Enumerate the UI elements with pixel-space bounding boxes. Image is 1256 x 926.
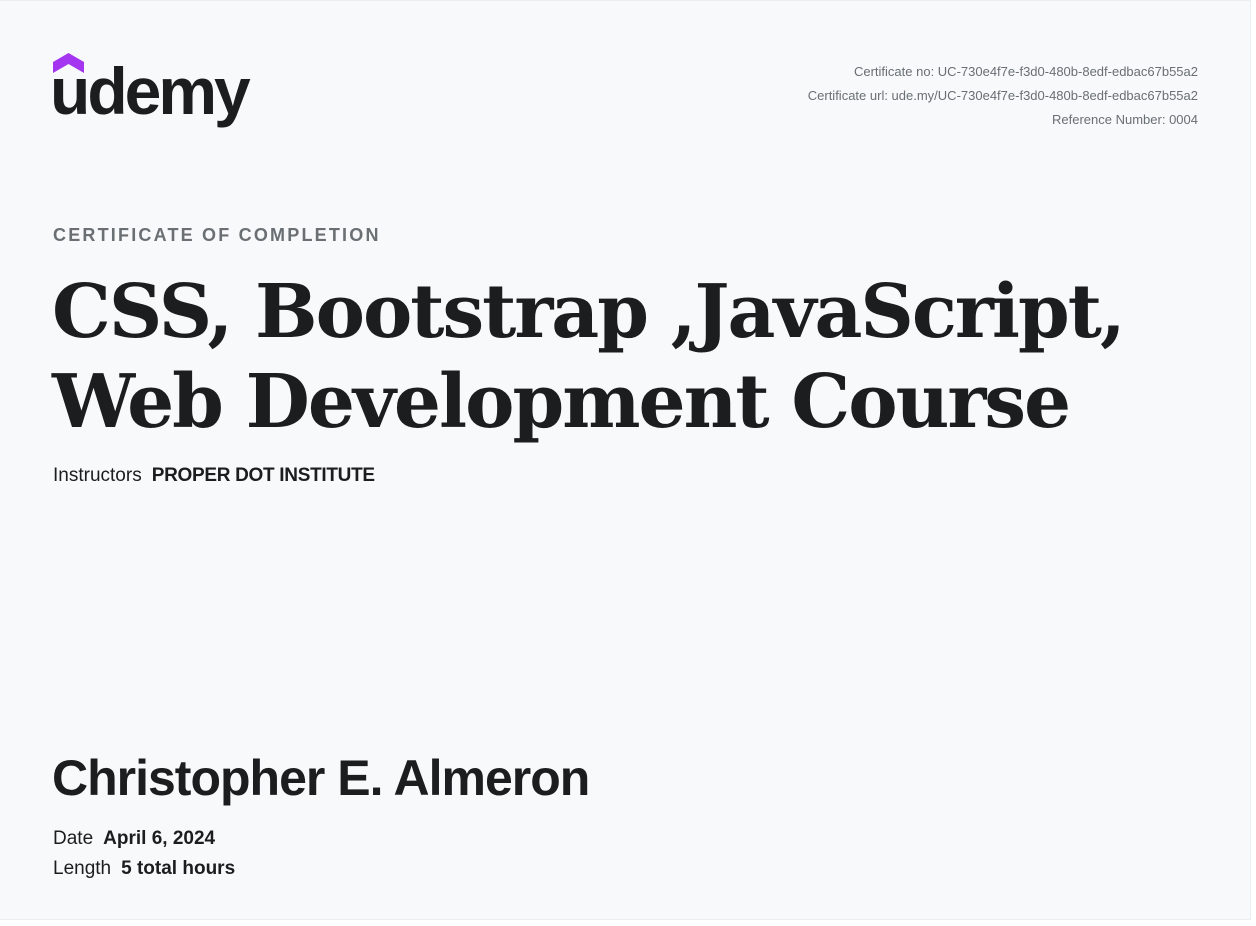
length-label: Length bbox=[53, 858, 112, 879]
reference-number: Reference Number: 0004 bbox=[1052, 112, 1198, 127]
date-row: Date April 6, 2024 bbox=[53, 828, 215, 850]
certificate: udemy Certificate no: UC-730e4f7e-f3d0-4… bbox=[0, 0, 1251, 920]
course-title-line-1: CSS, Bootstrap ,JavaScript, bbox=[52, 269, 1126, 355]
date-label: Date bbox=[53, 828, 94, 849]
udemy-logo: udemy bbox=[50, 53, 267, 137]
certificate-meta: Certificate no: UC-730e4f7e-f3d0-480b-8e… bbox=[808, 60, 1198, 132]
course-title: CSS, Bootstrap ,JavaScript, Web Developm… bbox=[52, 267, 1152, 447]
date-value: April 6, 2024 bbox=[103, 828, 216, 849]
instructors-label: Instructors bbox=[53, 465, 142, 486]
certificate-number: Certificate no: UC-730e4f7e-f3d0-480b-8e… bbox=[853, 64, 1198, 79]
length-row: Length 5 total hours bbox=[53, 858, 235, 880]
course-title-line-2: Web Development Course bbox=[52, 359, 1071, 445]
recipient-name: Christopher E. Almeron bbox=[52, 750, 590, 806]
length-value: 5 total hours bbox=[121, 858, 236, 879]
logo-wordmark: udemy bbox=[50, 54, 251, 128]
instructors-row: Instructors PROPER DOT INSTITUTE bbox=[53, 465, 375, 487]
certificate-heading: CERTIFICATE OF COMPLETION bbox=[53, 225, 381, 245]
instructors-value: PROPER DOT INSTITUTE bbox=[151, 465, 375, 486]
certificate-url: Certificate url: ude.my/UC-730e4f7e-f3d0… bbox=[807, 88, 1198, 103]
